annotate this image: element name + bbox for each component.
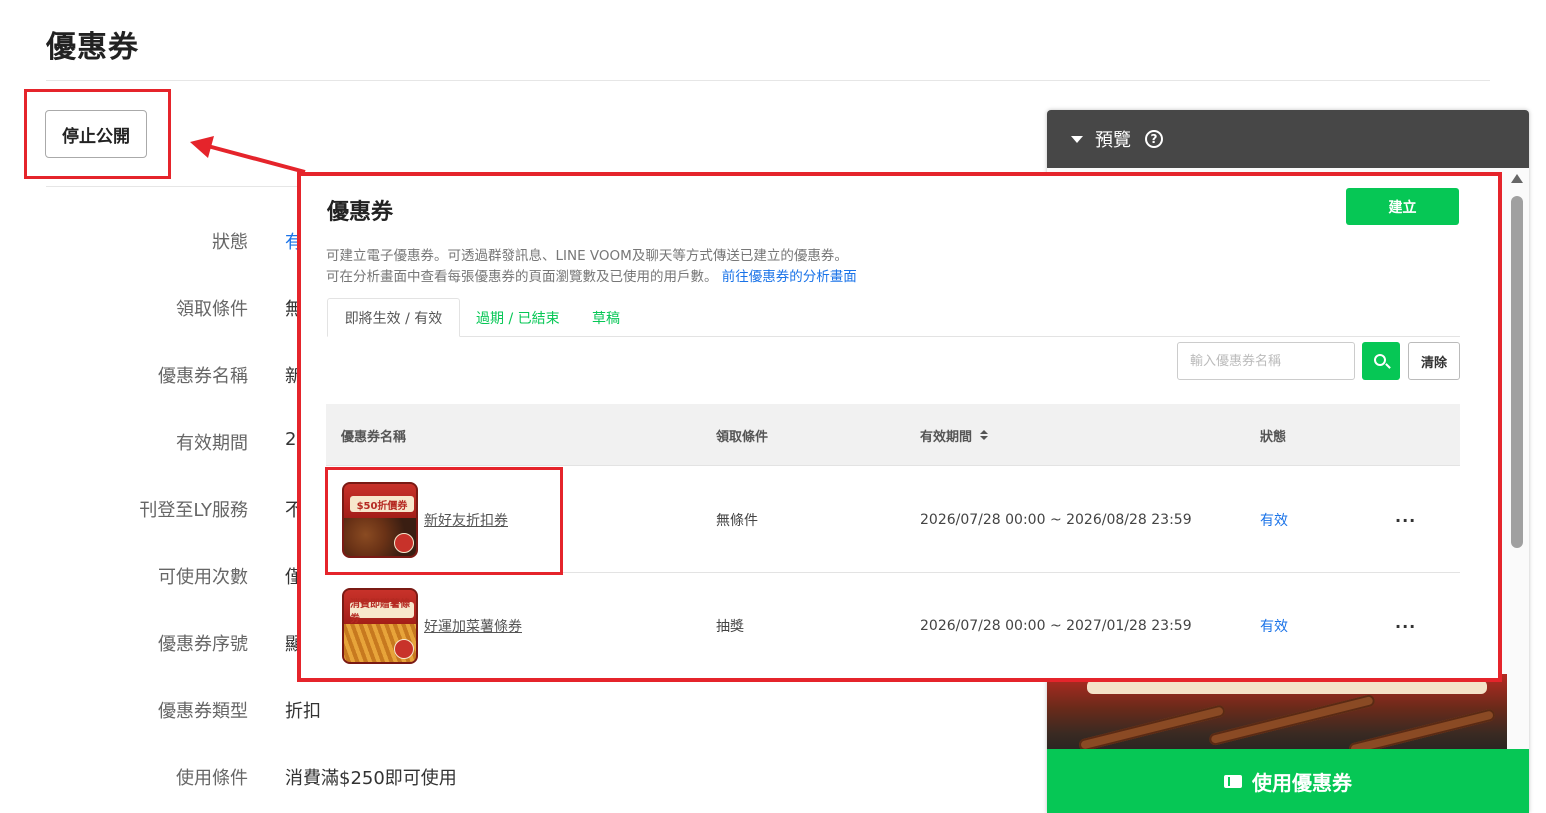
coupon-banner-ribbon bbox=[1087, 680, 1487, 694]
coupon-type-label: 優惠券類型 bbox=[158, 701, 248, 722]
period-cell: 2026/07/28 00:00 ~ 2026/08/28 23:59 bbox=[920, 512, 1192, 528]
coupon-list-title: 優惠券 bbox=[327, 200, 394, 225]
valid-period-value: 2 bbox=[285, 429, 297, 450]
coupon-name-cell[interactable]: 好運加菜薯條券 bbox=[424, 573, 522, 678]
skewer-image bbox=[1208, 693, 1376, 747]
help-icon[interactable]: ? bbox=[1145, 130, 1163, 148]
acquire-condition-label: 領取條件 bbox=[176, 299, 248, 320]
valid-period-label: 有效期間 bbox=[176, 433, 248, 454]
ticket-icon bbox=[1224, 774, 1242, 788]
use-coupon-button[interactable]: 使用優惠券 bbox=[1047, 749, 1529, 813]
status-cell: 有效 bbox=[1260, 619, 1288, 635]
annotation-highlight-stop-button bbox=[24, 89, 171, 179]
title-divider bbox=[46, 80, 1490, 81]
thumbnail-stamp bbox=[394, 639, 414, 659]
column-header-condition: 領取條件 bbox=[716, 429, 769, 445]
sort-icon[interactable] bbox=[980, 430, 989, 440]
form-divider bbox=[46, 186, 306, 187]
coupon-type-value: 折扣 bbox=[285, 701, 321, 722]
coupon-thumbnail: 消費即贈薯條券 bbox=[342, 588, 418, 664]
tab-active-valid[interactable]: 即將生效 / 有效 bbox=[327, 298, 460, 337]
status-cell: 有效 bbox=[1260, 513, 1288, 529]
annotation-highlight-coupon-row bbox=[325, 467, 563, 575]
more-options-icon[interactable]: ··· bbox=[1395, 467, 1416, 573]
tab-expired[interactable]: 過期 / 已結束 bbox=[476, 298, 560, 337]
scroll-up-arrow[interactable] bbox=[1511, 174, 1523, 183]
period-cell: 2026/07/28 00:00 ~ 2027/01/28 23:59 bbox=[920, 618, 1192, 634]
search-icon bbox=[1373, 353, 1386, 366]
condition-cell: 抽獎 bbox=[716, 619, 744, 635]
column-header-status: 狀態 bbox=[1260, 429, 1287, 445]
usage-condition-value: 消費滿$250即可使用 bbox=[285, 768, 457, 789]
condition-cell: 無條件 bbox=[716, 513, 758, 529]
column-header-period-label: 有效期間 bbox=[920, 429, 973, 445]
coupon-name-label: 優惠券名稱 bbox=[158, 366, 248, 387]
use-coupon-label: 使用優惠券 bbox=[1252, 770, 1352, 795]
caret-down-icon bbox=[1071, 135, 1083, 143]
more-options-icon[interactable]: ··· bbox=[1395, 573, 1416, 678]
coupon-name-link[interactable]: 好運加菜薯條券 bbox=[424, 616, 522, 636]
usage-condition-label: 使用條件 bbox=[176, 768, 248, 789]
table-header: 優惠券名稱 領取條件 有效期間 狀態 bbox=[326, 404, 1460, 466]
thumbnail-text: 消費即贈薯條券 bbox=[350, 599, 410, 625]
coupon-serial-label: 優惠券序號 bbox=[158, 634, 248, 655]
preview-header[interactable]: 預覽 ? bbox=[1047, 110, 1529, 168]
status-label: 狀態 bbox=[212, 232, 248, 253]
coupon-search-input[interactable] bbox=[1177, 342, 1355, 380]
description-line-1: 可建立電子優惠券。可透過群發訊息、LINE VOOM及聊天等方式傳送已建立的優惠… bbox=[326, 248, 848, 264]
table-row: 消費即贈薯條券 好運加菜薯條券 抽獎 2026/07/28 00:00 ~ 20… bbox=[326, 573, 1460, 678]
ly-service-label: 刊登至LY服務 bbox=[139, 500, 248, 521]
clear-button[interactable]: 清除 bbox=[1408, 342, 1460, 380]
search-button[interactable] bbox=[1362, 342, 1400, 380]
coupon-list-overlay: 優惠券 建立 可建立電子優惠券。可透過群發訊息、LINE VOOM及聊天等方式傳… bbox=[297, 172, 1502, 682]
tab-drafts[interactable]: 草稿 bbox=[592, 298, 620, 337]
preview-title: 預覽 bbox=[1095, 130, 1131, 151]
description-line-2-text: 可在分析畫面中查看每張優惠券的頁面瀏覽數及已使用的用戶數。 bbox=[326, 269, 718, 285]
description-line-2: 可在分析畫面中查看每張優惠券的頁面瀏覽數及已使用的用戶數。 前往優惠券的分析畫面 bbox=[326, 265, 857, 285]
skewer-image bbox=[1077, 704, 1227, 752]
analysis-link[interactable]: 前往優惠券的分析畫面 bbox=[722, 269, 857, 285]
scrollbar-thumb[interactable] bbox=[1511, 196, 1523, 548]
column-header-name: 優惠券名稱 bbox=[341, 429, 407, 445]
annotation-arrow bbox=[190, 136, 306, 174]
preview-coupon-image bbox=[1047, 674, 1507, 759]
usage-count-label: 可使用次數 bbox=[158, 567, 248, 588]
thumbnail-banner: 消費即贈薯條券 bbox=[350, 599, 414, 625]
create-coupon-button[interactable]: 建立 bbox=[1346, 188, 1459, 225]
column-header-period[interactable]: 有效期間 bbox=[920, 404, 989, 466]
page-title: 優惠券 bbox=[46, 30, 139, 65]
